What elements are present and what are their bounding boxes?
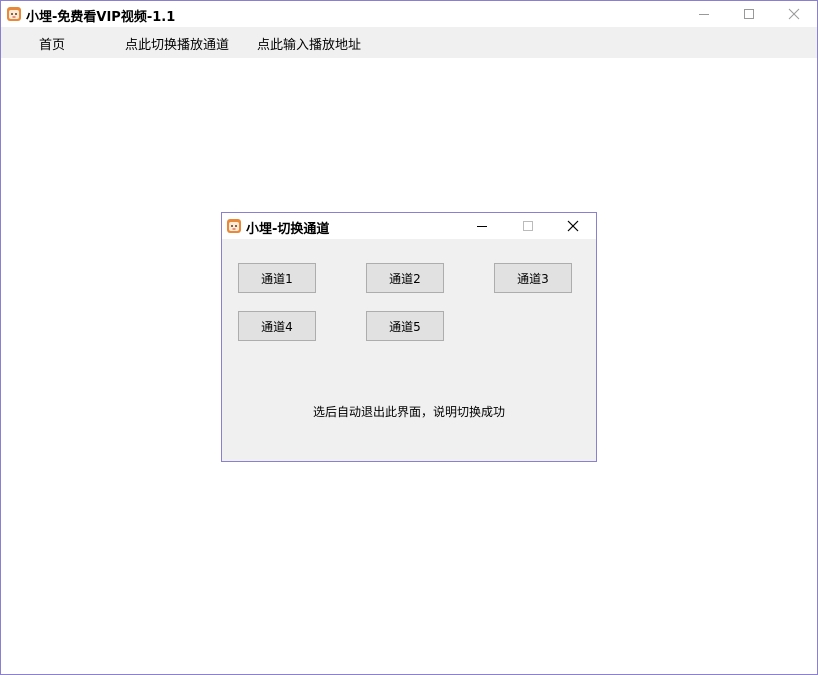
channel-5-button[interactable]: 通道5 — [366, 311, 444, 341]
minimize-icon[interactable] — [459, 213, 505, 239]
umaru-app-icon — [226, 218, 242, 234]
menu-item-input-url[interactable]: 点此输入播放地址 — [257, 34, 361, 53]
hint-text: 选后自动退出此界面，说明切换成功 — [312, 405, 505, 419]
menu-item-home[interactable]: 首页 — [39, 34, 65, 53]
window-title: 小埋-免费看VIP视频-1.1 — [26, 10, 176, 25]
channel-2-button[interactable]: 通道2 — [366, 263, 444, 293]
menu-item-switch-channel[interactable]: 点此切换播放通道 — [125, 34, 229, 53]
main-titlebar[interactable]: 小埋-免费看VIP视频-1.1 — [1, 1, 817, 27]
umaru-app-icon — [6, 6, 22, 22]
dialog-titlebar[interactable]: 小埋-切换通道 — [222, 213, 596, 239]
minimize-icon[interactable] — [681, 1, 727, 27]
dialog-title: 小埋-切换通道 — [246, 222, 330, 237]
channel-3-button[interactable]: 通道3 — [494, 263, 572, 293]
channel-4-button[interactable]: 通道4 — [238, 311, 316, 341]
maximize-icon — [505, 213, 551, 239]
close-icon[interactable] — [771, 1, 817, 27]
menubar: 首页 点此切换播放通道 点此输入播放地址 — [1, 27, 817, 58]
channel-1-button[interactable]: 通道1 — [238, 263, 316, 293]
switch-channel-dialog: 小埋-切换通道 通道1 通道2 通道3 通道4 通道5 选后自动退出此界面，说明… — [221, 212, 597, 462]
close-icon[interactable] — [550, 213, 596, 239]
maximize-icon[interactable] — [726, 1, 772, 27]
